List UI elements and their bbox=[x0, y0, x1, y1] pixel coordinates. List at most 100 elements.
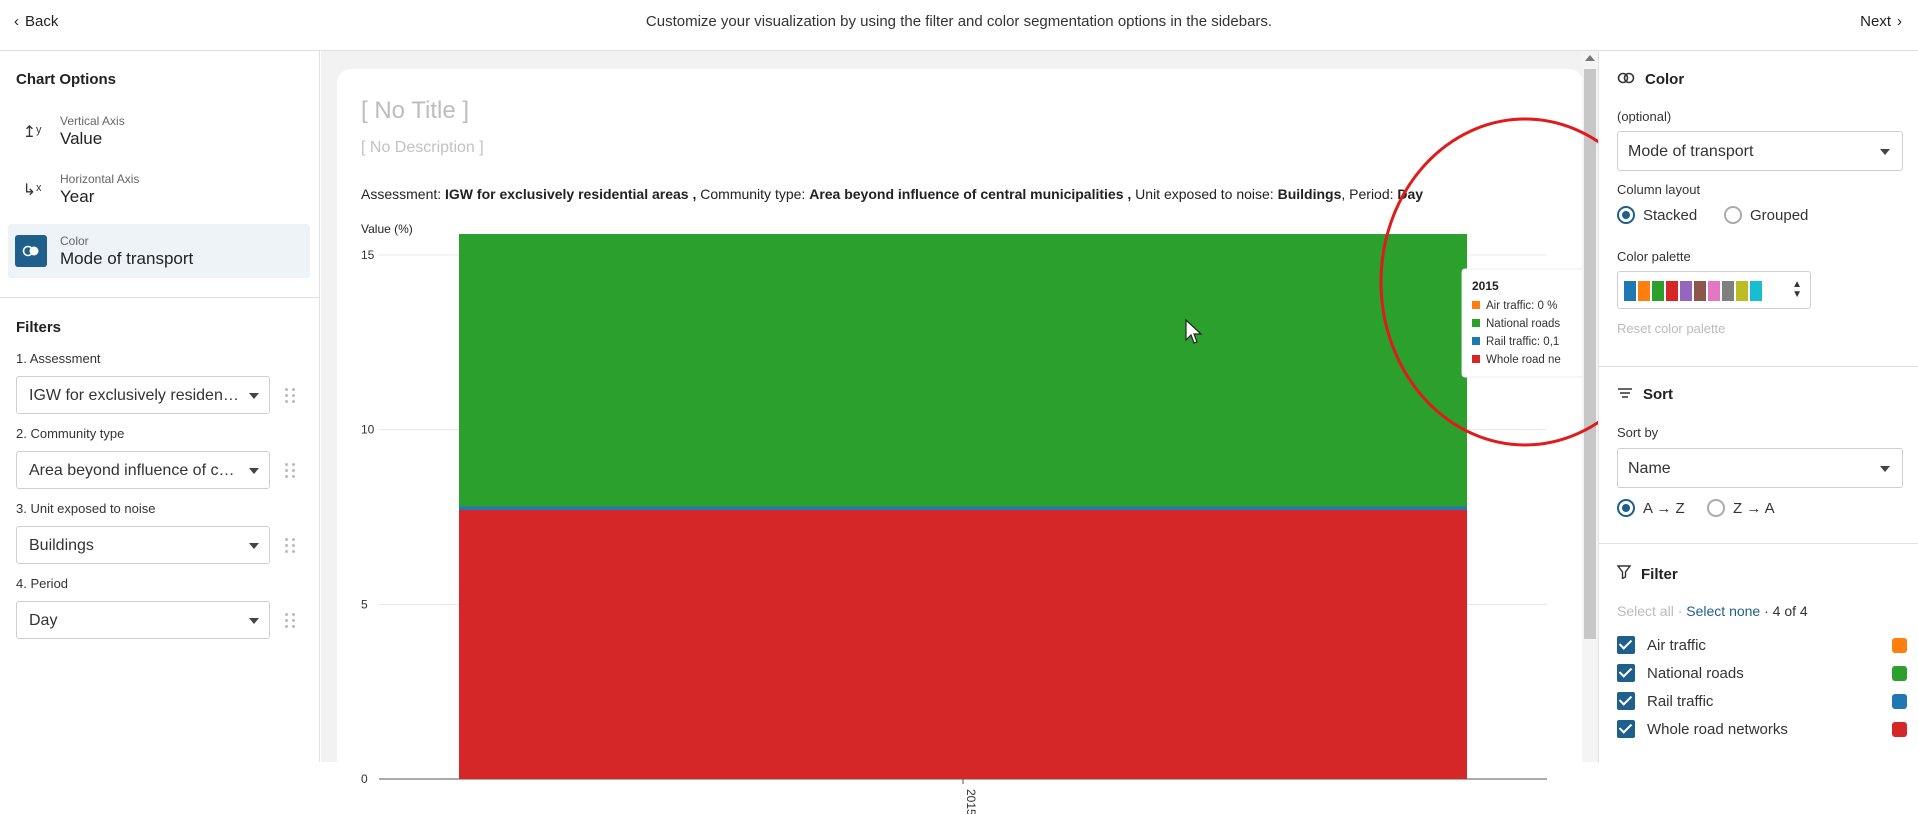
palette-swatch bbox=[1680, 281, 1692, 301]
checkbox-checked[interactable] bbox=[1617, 664, 1635, 682]
next-label: Next bbox=[1860, 13, 1891, 30]
assessment-select[interactable]: IGW for exclusively residential areas bbox=[16, 376, 270, 414]
radio-dot bbox=[1707, 499, 1725, 517]
y-tick-label: 5 bbox=[361, 597, 368, 611]
scroll-up-icon[interactable] bbox=[1585, 55, 1595, 61]
chart-title[interactable]: [ No Title ] bbox=[361, 97, 469, 125]
radio-dot bbox=[1617, 206, 1635, 224]
filter-label-assessment: 1. Assessment bbox=[16, 351, 101, 366]
bar-segment-whole-road-networks bbox=[459, 509, 1467, 779]
separator: · bbox=[1677, 603, 1687, 619]
color-title: Color bbox=[1645, 71, 1685, 88]
select-value: Area beyond influence of central municip… bbox=[29, 462, 239, 479]
option-horizontal-axis[interactable]: ↳ˣ Horizontal Axis Year bbox=[8, 162, 310, 216]
color-segment-icon bbox=[1617, 71, 1635, 88]
palette-swatch bbox=[1708, 281, 1720, 301]
filter-header: Filter bbox=[1616, 565, 1678, 583]
color-select[interactable]: Mode of transport bbox=[1617, 131, 1903, 171]
tooltip-swatch bbox=[1472, 319, 1480, 327]
drag-handle-icon[interactable] bbox=[285, 456, 295, 484]
y-tick-label: 0 bbox=[361, 772, 368, 786]
checkbox-checked[interactable] bbox=[1617, 720, 1635, 738]
color-chip[interactable] bbox=[1892, 637, 1907, 653]
tooltip-line: National roads bbox=[1486, 318, 1560, 330]
horizontal-axis-icon: ↳ˣ bbox=[22, 182, 42, 199]
filter-item-label: Air traffic bbox=[1647, 636, 1706, 654]
divider bbox=[0, 297, 319, 298]
tooltip-title: 2015 bbox=[1472, 279, 1499, 293]
scrollbar-thumb[interactable] bbox=[1584, 69, 1596, 639]
sort-asc-radio[interactable]: A → Z bbox=[1617, 499, 1685, 517]
palette-label: Color palette bbox=[1617, 249, 1691, 264]
period-select[interactable]: Day bbox=[16, 601, 270, 639]
color-chip[interactable] bbox=[1892, 721, 1907, 737]
palette-swatch bbox=[1736, 281, 1748, 301]
option-color[interactable]: Color Mode of transport bbox=[8, 224, 310, 278]
divider bbox=[1599, 366, 1918, 367]
palette-swatch bbox=[1750, 281, 1762, 301]
palette-swatch bbox=[1652, 281, 1664, 301]
separator: · bbox=[1764, 603, 1773, 619]
tooltip-swatch bbox=[1472, 301, 1480, 309]
select-value: Buildings bbox=[29, 537, 94, 554]
select-value: Name bbox=[1628, 460, 1671, 477]
left-sidebar: Chart Options ↥ʸ Vertical Axis Value ↳ˣ … bbox=[0, 51, 320, 762]
drag-handle-icon[interactable] bbox=[285, 531, 295, 559]
palette-swatch bbox=[1694, 281, 1706, 301]
tooltip-line: Whole road ne bbox=[1486, 354, 1561, 366]
option-label: Color bbox=[60, 234, 89, 248]
option-vertical-axis[interactable]: ↥ʸ Vertical Axis Value bbox=[8, 104, 310, 158]
unit-select[interactable]: Buildings bbox=[16, 526, 270, 564]
tooltip-line: Rail traffic: 0,1 bbox=[1486, 336, 1559, 348]
sort-header: Sort bbox=[1617, 386, 1673, 403]
radio-label: Grouped bbox=[1750, 206, 1809, 224]
drag-handle-icon[interactable] bbox=[285, 381, 295, 409]
filter-item-air-traffic[interactable]: Air traffic bbox=[1617, 636, 1907, 654]
chart-description[interactable]: [ No Description ] bbox=[361, 139, 484, 157]
select-none-link[interactable]: Select none bbox=[1686, 603, 1760, 619]
filter-item-national-roads[interactable]: National roads bbox=[1617, 664, 1907, 682]
option-label: Vertical Axis bbox=[60, 114, 125, 128]
stacked-bar-chart: 0 5 10 15 2015 2015 Air traffic: 0 % National r… bbox=[361, 234, 1583, 814]
filter-label-community-type: 2. Community type bbox=[16, 426, 125, 441]
community-type-select[interactable]: Area beyond influence of central municip… bbox=[16, 451, 270, 489]
select-all-link[interactable]: Select all bbox=[1617, 603, 1674, 619]
color-segment-icon bbox=[15, 235, 47, 267]
optional-label: (optional) bbox=[1617, 109, 1672, 124]
reset-palette-link[interactable]: Reset color palette bbox=[1617, 321, 1725, 336]
tooltip-line: Air traffic: 0 % bbox=[1486, 300, 1557, 312]
drag-handle-icon[interactable] bbox=[285, 606, 295, 634]
palette-swatch bbox=[1666, 281, 1678, 301]
meta-key: Community type: bbox=[696, 186, 810, 202]
chart-card: [ No Title ] [ No Description ] Assessme… bbox=[337, 69, 1583, 814]
tooltip-swatch bbox=[1472, 355, 1480, 363]
caret-down-icon bbox=[1880, 149, 1890, 155]
next-button[interactable]: Next › bbox=[1860, 13, 1902, 30]
meta-value: Area beyond influence of central municip… bbox=[809, 186, 1132, 202]
color-chip[interactable] bbox=[1892, 693, 1907, 709]
filter-item-whole-road-networks[interactable]: Whole road networks bbox=[1617, 720, 1907, 738]
filter-item-label: Rail traffic bbox=[1647, 692, 1714, 710]
sort-desc-radio[interactable]: Z → A bbox=[1707, 499, 1775, 517]
sort-select[interactable]: Name bbox=[1617, 448, 1903, 488]
sort-title: Sort bbox=[1643, 386, 1673, 403]
grouped-radio[interactable]: Grouped bbox=[1724, 206, 1808, 224]
radio-label: Z → A bbox=[1733, 499, 1775, 517]
filters-title: Filters bbox=[16, 319, 62, 336]
filter-item-rail-traffic[interactable]: Rail traffic bbox=[1617, 692, 1907, 710]
stacked-radio[interactable]: Stacked bbox=[1617, 206, 1697, 224]
checkbox-checked[interactable] bbox=[1617, 636, 1635, 654]
chart-area: [ No Title ] [ No Description ] Assessme… bbox=[321, 51, 1598, 814]
color-chip[interactable] bbox=[1892, 665, 1907, 681]
meta-value: IGW for exclusively residential areas , bbox=[445, 186, 697, 202]
chart-options-title: Chart Options bbox=[16, 71, 116, 88]
color-palette-select[interactable]: ▲ ▼ bbox=[1617, 271, 1811, 309]
caret-down-icon bbox=[1880, 466, 1890, 472]
checkbox-checked[interactable] bbox=[1617, 692, 1635, 710]
chart-scrollbar[interactable] bbox=[1582, 51, 1598, 762]
select-value: Mode of transport bbox=[1628, 143, 1754, 160]
filter-title: Filter bbox=[1641, 565, 1678, 583]
sort-by-label: Sort by bbox=[1617, 425, 1659, 440]
filter-actions: Select all · Select none · 4 of 4 bbox=[1617, 603, 1808, 619]
meta-key: Assessment: bbox=[361, 186, 446, 202]
